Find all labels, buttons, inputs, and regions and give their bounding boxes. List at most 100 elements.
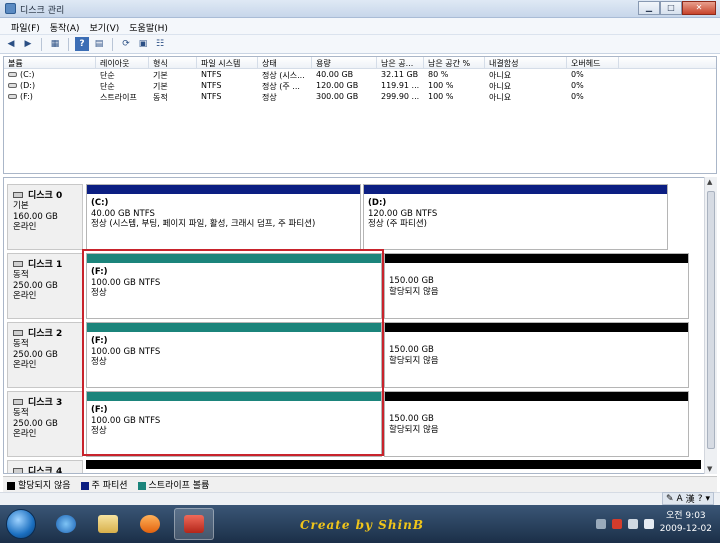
legend-swatch xyxy=(80,481,89,490)
refresh-icon[interactable]: ⟳ xyxy=(119,37,133,51)
help-icon[interactable]: ? xyxy=(75,37,89,51)
partition-d[interactable]: (D:) 120.00 GB NTFS 정상 (주 파티션) xyxy=(363,184,668,250)
cell-status: 정상 (주 ... xyxy=(262,82,300,91)
console-tree-icon[interactable]: ▦ xyxy=(48,37,62,51)
striped-volume-bar xyxy=(87,254,381,263)
cell-status: 정상 (시스... xyxy=(262,71,305,80)
disk-icon xyxy=(13,329,23,336)
cell-volume: (C:) xyxy=(20,70,35,79)
taskbar-media-player[interactable] xyxy=(130,508,170,540)
toolbox-icon xyxy=(184,515,204,533)
properties-icon[interactable]: ▤ xyxy=(92,37,106,51)
table-row[interactable]: (F:) 스트라이프 동적 NTFS 정상 300.00 GB 299.90 .… xyxy=(4,91,716,102)
cell-capacity: 120.00 GB xyxy=(316,81,359,90)
disk-4-row: 디스크 4 xyxy=(7,460,701,473)
disk-3-label[interactable]: 디스크 3 동적 250.00 GB 온라인 xyxy=(7,391,83,457)
table-row[interactable]: (C:) 단순 기본 NTFS 정상 (시스... 40.00 GB 32.11… xyxy=(4,69,716,80)
column-header-status[interactable]: 상태 xyxy=(258,57,312,68)
scroll-down-arrow-icon[interactable]: ▼ xyxy=(707,465,712,473)
menu-bar: 파일(F) 동작(A) 보기(V) 도움말(H) xyxy=(0,18,720,35)
striped-volume-f[interactable]: (F:) 100.00 GB NTFS 정상 xyxy=(86,253,382,319)
vertical-scrollbar[interactable]: ▲ ▼ xyxy=(704,177,717,474)
volume-icon[interactable] xyxy=(644,519,654,529)
minimize-button[interactable]: ▁ xyxy=(638,1,660,15)
show-hidden-icons-icon[interactable] xyxy=(596,519,606,529)
cell-overhead: 0% xyxy=(571,92,584,101)
window-title: 디스크 관리 xyxy=(20,6,65,16)
cell-free-percent: 80 % xyxy=(428,70,449,79)
column-header-free-space[interactable]: 남은 공... xyxy=(377,57,424,68)
taskbar-computer-management[interactable] xyxy=(174,508,214,540)
cell-fault-tolerance: 아니요 xyxy=(489,71,512,80)
column-header-layout[interactable]: 레이아웃 xyxy=(96,57,149,68)
column-header-free-percent[interactable]: 남은 공간 % xyxy=(424,57,485,68)
cell-file-system: NTFS xyxy=(201,81,222,90)
menu-action[interactable]: 동작(A) xyxy=(45,18,85,34)
striped-volume-f[interactable]: (F:) 100.00 GB NTFS 정상 xyxy=(86,391,382,457)
disk-0-label[interactable]: 디스크 0 기본 160.00 GB 온라인 xyxy=(7,184,83,250)
cell-free-percent: 100 % xyxy=(428,81,454,90)
close-button[interactable]: ✕ xyxy=(682,1,716,15)
column-header-capacity[interactable]: 용량 xyxy=(312,57,377,68)
cell-type: 동적 xyxy=(153,93,168,102)
disk-2-row: 디스크 2 동적 250.00 GB 온라인 (F:) 100.00 GB NT… xyxy=(7,322,701,389)
help-icon[interactable]: ? xyxy=(698,494,703,504)
table-row[interactable]: (D:) 단순 기본 NTFS 정상 (주 ... 120.00 GB 119.… xyxy=(4,80,716,91)
maximize-button[interactable]: □ xyxy=(660,1,682,15)
ime-pen-icon[interactable]: ✎ xyxy=(666,494,674,504)
cell-type: 기본 xyxy=(153,82,168,91)
column-header-type[interactable]: 형식 xyxy=(149,57,197,68)
disk-icon xyxy=(13,398,23,405)
disk-icon xyxy=(13,467,23,473)
action-center-flag-icon[interactable] xyxy=(612,519,622,529)
cell-capacity: 40.00 GB xyxy=(316,70,354,79)
unallocated-space[interactable]: 150.00 GB 할당되지 않음 xyxy=(384,253,689,319)
column-header-file-system[interactable]: 파일 시스템 xyxy=(197,57,258,68)
disk-icon xyxy=(13,191,23,198)
unallocated-space[interactable]: 150.00 GB 할당되지 않음 xyxy=(384,322,689,388)
language-indicator[interactable]: A xyxy=(677,494,683,504)
language-bar[interactable]: ✎ A 漢 ? ▾ xyxy=(661,492,714,505)
taskbar-explorer[interactable] xyxy=(88,508,128,540)
rescan-disks-icon[interactable]: ▣ xyxy=(136,37,150,51)
clock[interactable]: 오전 9:03 2009-12-02 xyxy=(660,510,712,536)
unallocated-space[interactable]: 150.00 GB 할당되지 않음 xyxy=(384,391,689,457)
column-header-overhead[interactable]: 오버헤드 xyxy=(567,57,619,68)
striped-volume-f[interactable]: (F:) 100.00 GB NTFS 정상 xyxy=(86,322,382,388)
forward-arrow-icon[interactable]: ▶ xyxy=(21,37,35,51)
disk-0-row: 디스크 0 기본 160.00 GB 온라인 (C:) 40.00 GB NTF… xyxy=(7,184,701,251)
partition-c[interactable]: (C:) 40.00 GB NTFS 정상 (시스템, 부팅, 페이지 파일, … xyxy=(86,184,361,250)
primary-partition-bar xyxy=(87,185,360,194)
cell-volume: (D:) xyxy=(20,81,36,90)
unallocated-bar xyxy=(385,392,688,401)
start-button[interactable] xyxy=(6,509,36,539)
toolbar-divider xyxy=(41,37,42,51)
back-arrow-icon[interactable]: ◀ xyxy=(4,37,18,51)
cell-file-system: NTFS xyxy=(201,92,222,101)
network-icon[interactable] xyxy=(628,519,638,529)
media-player-icon xyxy=(140,515,160,533)
disk-1-label[interactable]: 디스크 1 동적 250.00 GB 온라인 xyxy=(7,253,83,319)
column-header-volume[interactable]: 볼륨 xyxy=(4,57,96,68)
cell-free-space: 299.90 ... xyxy=(381,92,420,101)
menu-file[interactable]: 파일(F) xyxy=(6,18,45,34)
scroll-up-arrow-icon[interactable]: ▲ xyxy=(707,178,712,186)
disk-2-label[interactable]: 디스크 2 동적 250.00 GB 온라인 xyxy=(7,322,83,388)
taskbar-internet-explorer[interactable] xyxy=(46,508,86,540)
legend-item-striped: 스트라이프 볼륨 xyxy=(137,478,209,491)
options-icon[interactable]: ▾ xyxy=(705,494,710,504)
drive-icon xyxy=(8,83,17,88)
scrollbar-thumb[interactable] xyxy=(707,191,715,449)
hanja-mode-indicator[interactable]: 漢 xyxy=(686,492,695,505)
menu-help[interactable]: 도움말(H) xyxy=(124,18,173,34)
cell-layout: 단순 xyxy=(100,71,115,80)
volume-list-header: 볼륨 레이아웃 형식 파일 시스템 상태 용량 남은 공... 남은 공간 % … xyxy=(4,57,716,69)
disk-4-label[interactable]: 디스크 4 xyxy=(7,460,83,473)
list-view-icon[interactable]: ☷ xyxy=(153,37,167,51)
unallocated-bar xyxy=(86,460,701,469)
unallocated-space[interactable] xyxy=(86,460,701,473)
title-bar: 디스크 관리 ▁ □ ✕ xyxy=(0,0,720,18)
cell-capacity: 300.00 GB xyxy=(316,92,359,101)
menu-view[interactable]: 보기(V) xyxy=(85,18,125,34)
column-header-fault-tolerance[interactable]: 내결함성 xyxy=(485,57,567,68)
